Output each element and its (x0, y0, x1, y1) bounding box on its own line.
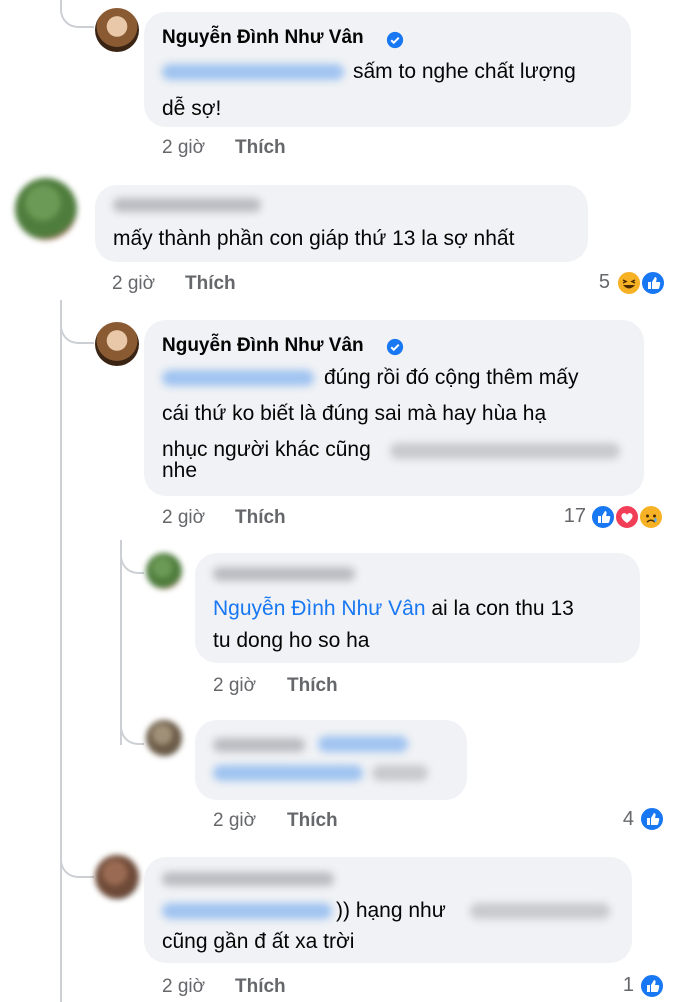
reaction-count[interactable]: 1 (604, 974, 634, 997)
comment-text-line: đúng rồi đó cộng thêm mấy (324, 366, 579, 389)
comment-timestamp[interactable]: 2 giờ (213, 675, 256, 697)
like-button[interactable]: Thích (235, 137, 286, 159)
blurred-text (372, 765, 428, 781)
thread-connector (120, 540, 144, 574)
reaction-count[interactable]: 5 (580, 271, 610, 294)
reaction-count[interactable]: 4 (600, 808, 634, 831)
comment-text-line: cũng gần đ ất xa trời (162, 930, 355, 953)
comment-bubble (195, 720, 467, 800)
comment-author[interactable] (113, 198, 261, 212)
comment-text-line: mấy thành phần con giáp thứ 13 la sợ nhấ… (113, 227, 515, 250)
verified-badge-icon (386, 31, 404, 49)
avatar[interactable] (95, 8, 139, 52)
avatar[interactable] (95, 855, 139, 899)
mention-link[interactable] (162, 903, 332, 919)
like-icon (639, 806, 665, 832)
avatar[interactable] (95, 322, 139, 366)
comment-timestamp[interactable]: 2 giờ (213, 810, 256, 832)
like-button[interactable]: Thích (185, 273, 236, 295)
like-button[interactable]: Thích (235, 976, 286, 998)
comment-author[interactable] (213, 738, 305, 752)
like-icon (590, 504, 616, 530)
avatar[interactable] (15, 178, 77, 240)
thread-line (60, 300, 62, 1002)
comment-timestamp[interactable]: 2 giờ (162, 507, 205, 529)
avatar[interactable] (146, 553, 182, 589)
thread-connector (60, 840, 94, 878)
comment-author[interactable]: Nguyễn Đình Như Vân (162, 335, 364, 357)
mention-link[interactable] (213, 765, 363, 781)
comment-timestamp[interactable]: 2 giờ (162, 976, 205, 998)
comment-timestamp[interactable]: 2 giờ (112, 273, 155, 295)
comment-text-line: sấm to nghe chất lượng (353, 60, 576, 83)
thread-connector (120, 700, 144, 745)
comment-text-line: nhe (162, 459, 198, 482)
comment-author[interactable] (213, 567, 355, 581)
thread-connector (60, 0, 94, 28)
comment-text: ai la con thu 13 (431, 597, 574, 620)
sad-icon (638, 504, 664, 530)
comment-author[interactable] (162, 872, 334, 886)
like-button[interactable]: Thích (235, 507, 286, 529)
reaction-count[interactable]: 17 (548, 505, 586, 528)
verified-badge-icon (386, 338, 404, 356)
comment-author[interactable]: Nguyễn Đình Như Vân (162, 27, 364, 49)
like-icon (640, 270, 666, 296)
love-icon (614, 504, 640, 530)
comment-text-line: dễ sợ! (162, 97, 222, 120)
thread-connector (60, 300, 94, 344)
mention-link[interactable] (162, 64, 344, 80)
blurred-text (390, 443, 620, 459)
mention-link[interactable] (318, 736, 408, 752)
mention-link[interactable] (162, 370, 314, 386)
comment-timestamp[interactable]: 2 giờ (162, 137, 205, 159)
like-button[interactable]: Thích (287, 675, 338, 697)
like-icon (639, 973, 665, 999)
comment-text-line: cái thứ ko biết là đúng sai mà hay hùa h… (162, 402, 547, 425)
avatar[interactable] (146, 720, 182, 756)
like-button[interactable]: Thích (287, 810, 338, 832)
blurred-text (470, 903, 610, 919)
mention-link[interactable]: Nguyễn Đình Như Vân (213, 597, 426, 620)
haha-icon (616, 270, 642, 296)
comment-text-line: tu dong ho so ha (213, 629, 370, 652)
